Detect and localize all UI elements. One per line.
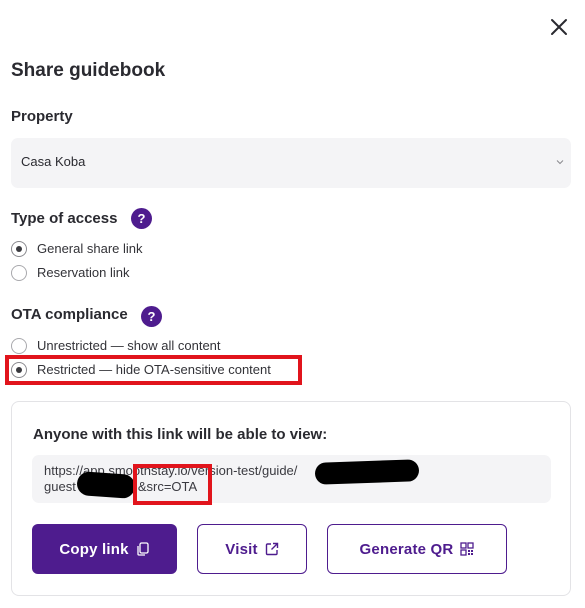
restricted-highlight-box: [5, 355, 302, 385]
visit-label: Visit: [225, 540, 258, 558]
ota-help-icon[interactable]: ?: [141, 306, 162, 327]
ota-compliance-label: OTA compliance: [11, 306, 128, 323]
copy-icon: [137, 542, 149, 556]
chevron-down-icon: [556, 160, 564, 165]
property-label: Property: [11, 108, 73, 125]
qr-code-icon: [460, 542, 475, 556]
close-button[interactable]: [546, 14, 572, 40]
redaction-mark: [76, 471, 136, 499]
close-icon: [551, 19, 567, 35]
radio-label: Reservation link: [37, 265, 130, 280]
copy-link-button[interactable]: Copy link: [32, 524, 177, 574]
generate-qr-label: Generate QR: [359, 540, 454, 558]
share-link-line2-prefix: guest: [44, 479, 76, 494]
dialog-title: Share guidebook: [11, 60, 166, 81]
external-link-icon: [265, 542, 278, 556]
copy-link-label: Copy link: [59, 540, 129, 558]
radio-button[interactable]: [11, 241, 27, 257]
share-link-panel: Anyone with this link will be able to vi…: [11, 401, 571, 596]
radio-label: General share link: [37, 241, 143, 256]
radio-button[interactable]: [11, 338, 27, 354]
share-panel-heading: Anyone with this link will be able to vi…: [33, 426, 328, 443]
property-select-value: Casa Koba: [21, 154, 86, 169]
src-param-highlight-box: [133, 464, 212, 505]
property-select[interactable]: Casa Koba: [11, 138, 571, 188]
access-help-icon[interactable]: ?: [131, 208, 152, 229]
generate-qr-button[interactable]: Generate QR: [327, 524, 507, 574]
radio-label: Unrestricted — show all content: [37, 338, 221, 353]
visit-button[interactable]: Visit: [197, 524, 307, 574]
redaction-mark: [314, 459, 420, 485]
access-type-label: Type of access: [11, 210, 118, 227]
share-link-field[interactable]: https://app.smoothstay.io/version-test/g…: [32, 455, 551, 503]
radio-button[interactable]: [11, 265, 27, 281]
